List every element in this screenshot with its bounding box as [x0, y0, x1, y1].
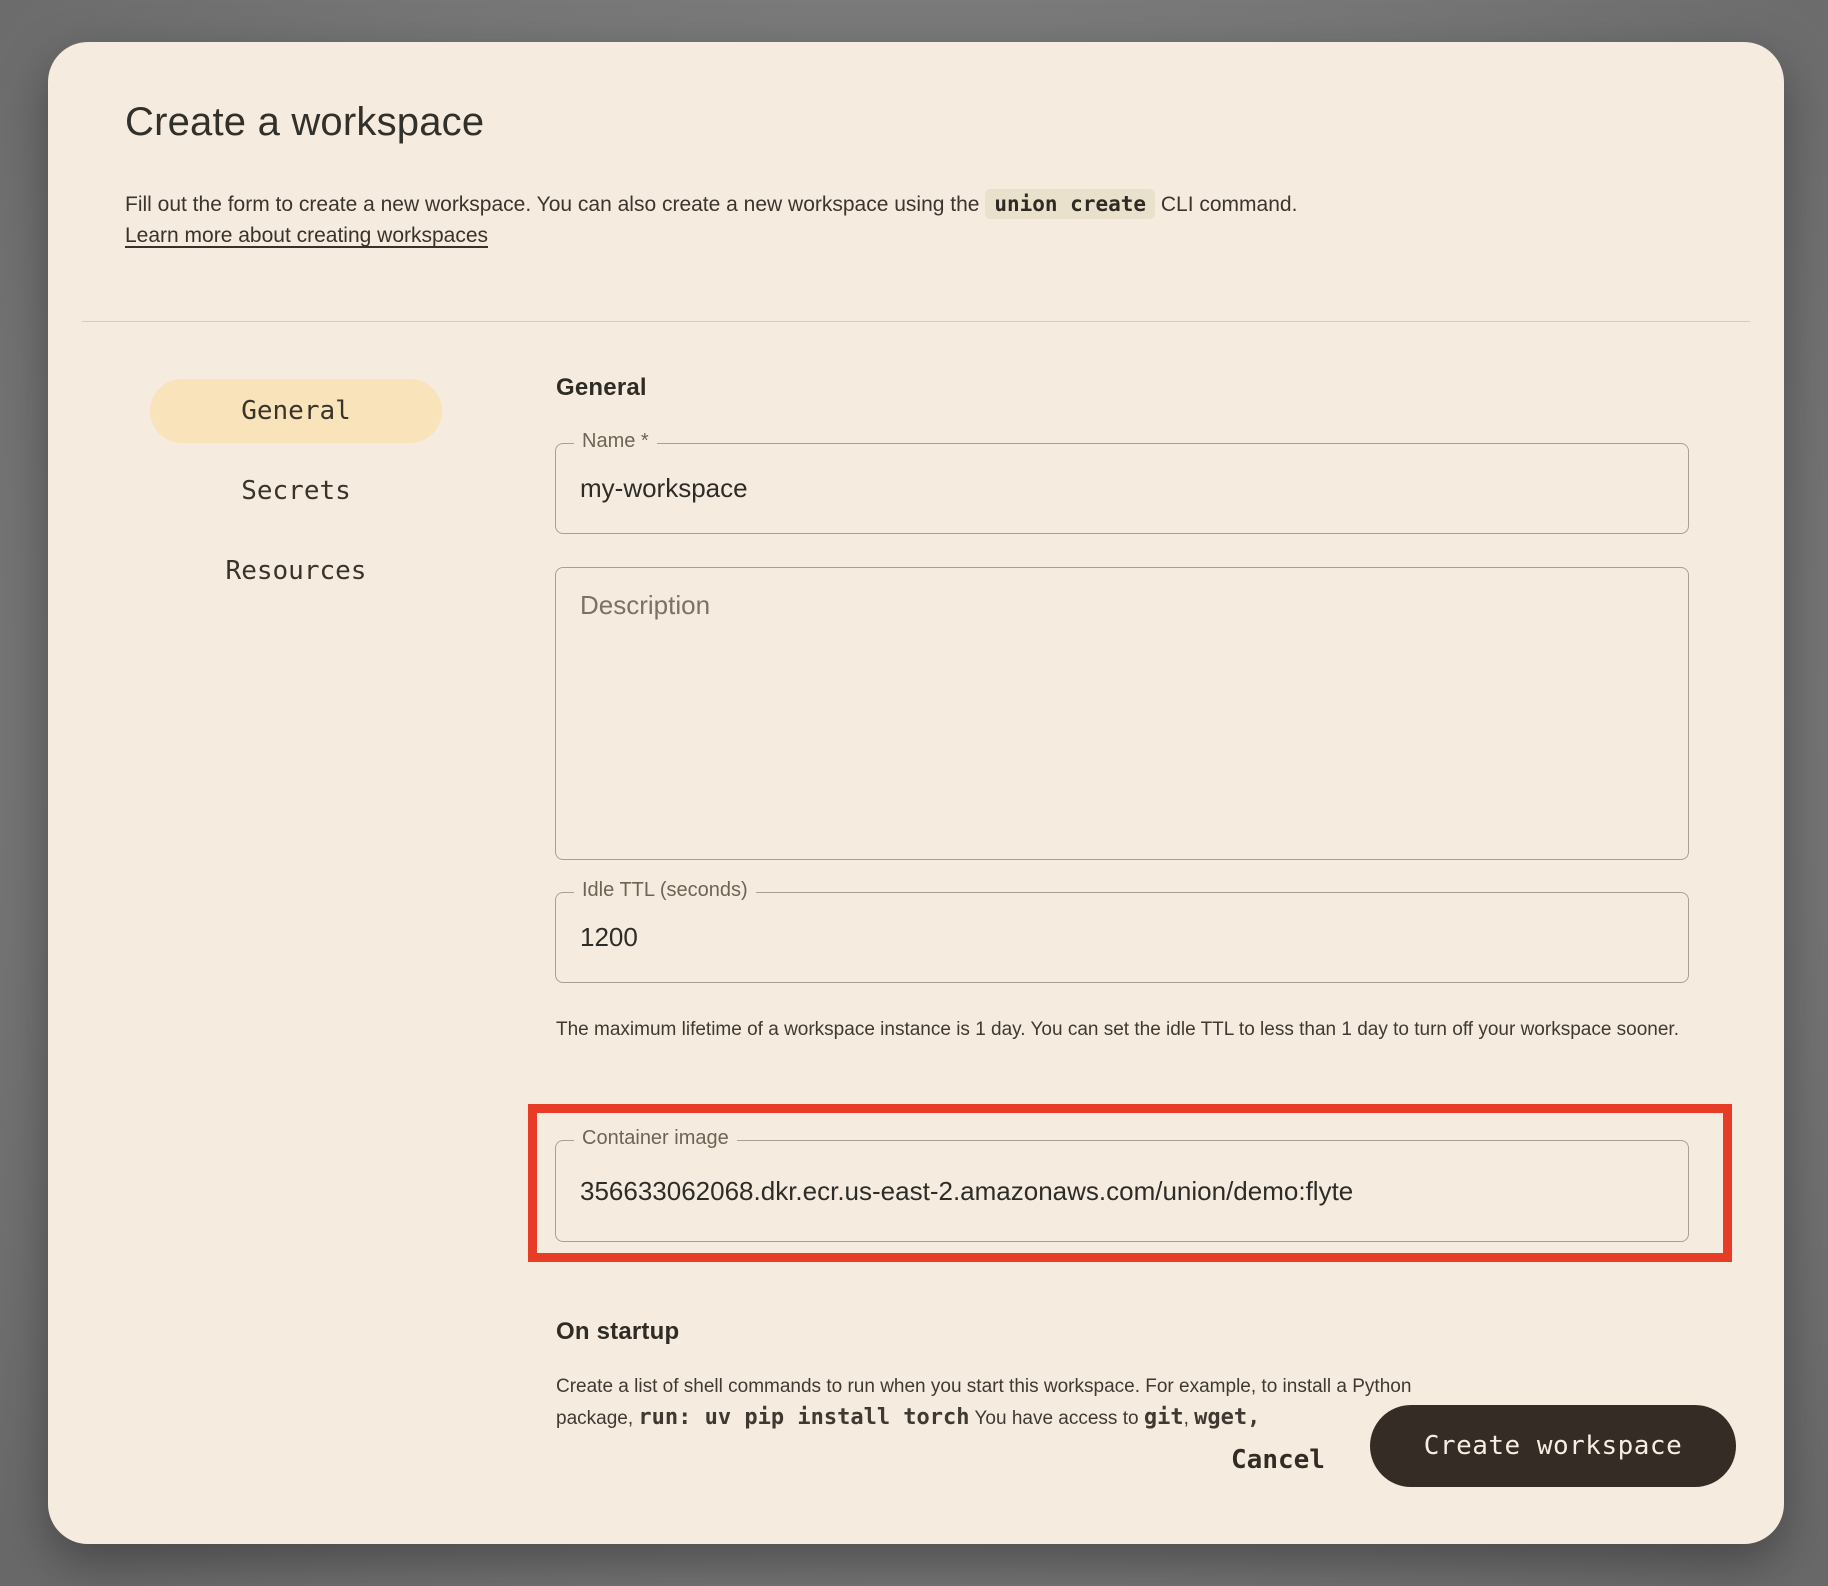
name-input[interactable]	[556, 444, 1688, 533]
startup-description-line1: Create a list of shell commands to run w…	[556, 1373, 1411, 1400]
startup-text: package,	[556, 1408, 638, 1429]
header-divider	[82, 321, 1750, 322]
page-title: Create a workspace	[125, 100, 484, 145]
startup-text-mid: You have access to	[970, 1408, 1144, 1429]
startup-code-wget: wget,	[1194, 1405, 1260, 1430]
description-field[interactable]: Description	[555, 567, 1689, 860]
idle-ttl-input[interactable]	[556, 893, 1688, 982]
container-image-input[interactable]	[556, 1141, 1688, 1241]
startup-code-git: git	[1144, 1405, 1184, 1430]
cancel-button[interactable]: Cancel	[1208, 1432, 1348, 1488]
create-workspace-dialog: Create a workspace Fill out the form to …	[48, 42, 1784, 1544]
name-field: Name *	[555, 443, 1689, 534]
create-workspace-button[interactable]: Create workspace	[1370, 1405, 1736, 1487]
idle-ttl-helper-text: The maximum lifetime of a workspace inst…	[556, 1016, 1731, 1043]
tab-resources[interactable]: Resources	[150, 539, 442, 603]
cli-command-chip: union create	[985, 189, 1155, 219]
tab-secrets[interactable]: Secrets	[150, 459, 442, 523]
form-section-tabs: General Secrets Resources	[150, 379, 442, 619]
dialog-description: Fill out the form to create a new worksp…	[125, 188, 1585, 221]
startup-code-run: run: uv pip install torch	[638, 1405, 969, 1430]
section-heading-general: General	[556, 374, 647, 402]
description-placeholder: Description	[580, 590, 710, 621]
dialog-description-text: Fill out the form to create a new worksp…	[125, 193, 985, 216]
startup-text-sep: ,	[1184, 1408, 1195, 1429]
container-image-field: Container image	[555, 1140, 1689, 1242]
tab-general[interactable]: General	[150, 379, 442, 443]
idle-ttl-field: Idle TTL (seconds)	[555, 892, 1689, 983]
dialog-description-text-after: CLI command.	[1155, 193, 1297, 216]
startup-description-line2: package, run: uv pip install torch You h…	[556, 1404, 1260, 1432]
screen: Create a workspace Fill out the form to …	[0, 0, 1828, 1586]
learn-more-link[interactable]: Learn more about creating workspaces	[125, 224, 488, 248]
section-heading-on-startup: On startup	[556, 1318, 679, 1346]
